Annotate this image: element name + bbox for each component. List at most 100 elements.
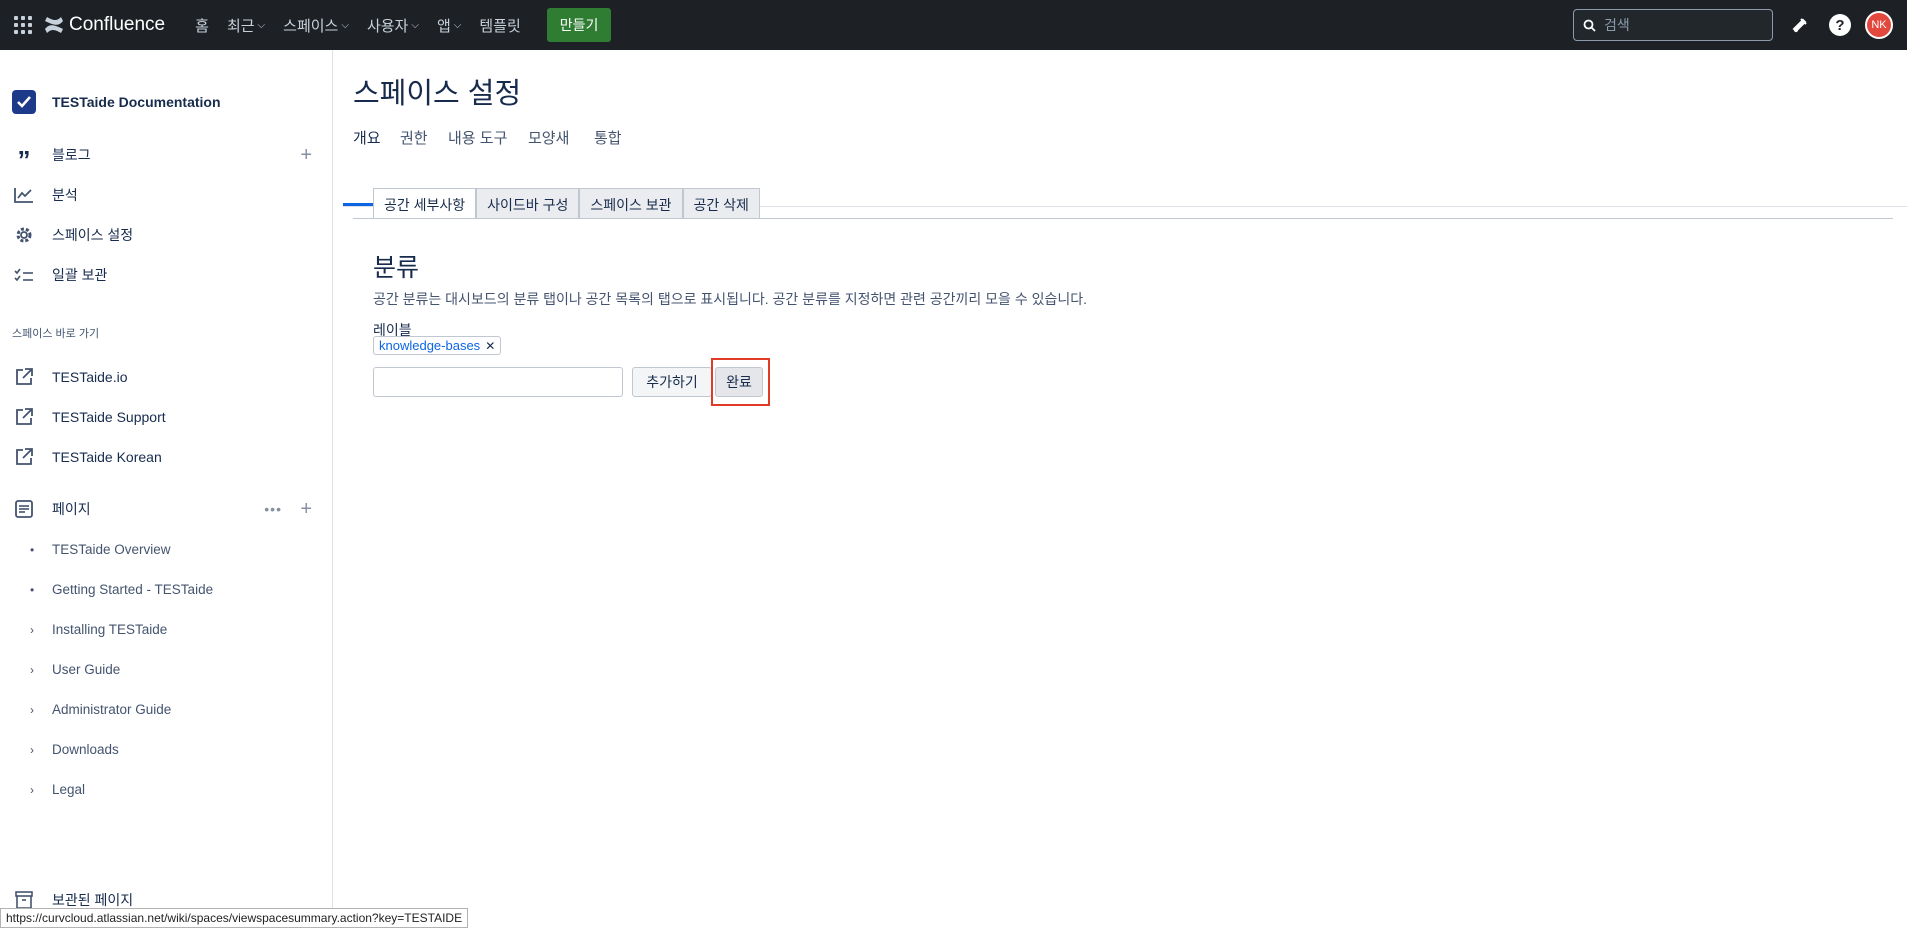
app-switcher-icon[interactable] [14,16,32,34]
tree-item-label: User Guide [52,662,121,677]
main-content: 스페이스 설정 개요 권한 내용 도구 모양새 통합 공간 세부사항 사이드바 … [333,50,1907,928]
sidebar-item-analytics[interactable]: 분석 [12,183,312,207]
tree-item[interactable]: › Administrator Guide [30,702,171,717]
add-blog-icon[interactable]: + [300,144,312,167]
gear-icon [12,223,36,247]
nav-menu: 홈 최근 ⌵ 스페이스 ⌵ 사용자 ⌵ 앱 ⌵ 템플릿 만들기 [195,8,612,42]
tree-item-label: Installing TESTaide [52,622,168,637]
nav-templates-label: 템플릿 [479,17,521,35]
close-icon[interactable]: ✕ [485,339,495,353]
avatar[interactable]: NK [1865,11,1893,39]
subtab-archive-space[interactable]: 스페이스 보관 [579,188,683,218]
nav-templates[interactable]: 템플릿 [479,15,520,36]
add-page-icon[interactable]: + [300,498,312,521]
shortcut-link[interactable]: TESTaide.io [12,365,312,389]
tree-item-label: Downloads [52,742,119,757]
chevron-down-icon: ⌵ [411,19,419,31]
tab-integrations[interactable]: 통합 [584,127,632,148]
search-placeholder: 검색 [1604,17,1630,33]
shortcut-label: TESTaide Korean [52,449,162,465]
search-icon [1583,19,1596,32]
nav-home[interactable]: 홈 [195,15,209,36]
top-navigation: Confluence 홈 최근 ⌵ 스페이스 ⌵ 사용자 ⌵ 앱 ⌵ 템플릿 만들기 검… [0,0,1907,50]
nav-home-label: 홈 [195,17,209,35]
confluence-icon [45,17,63,33]
tree-item[interactable]: • TESTaide Overview [30,542,171,557]
confluence-logo[interactable]: Confluence [44,14,165,36]
tree-item[interactable]: • Getting Started - TESTaide [30,582,213,597]
space-header[interactable]: TESTaide Documentation [12,90,221,114]
shortcut-label: TESTaide Support [52,409,166,425]
nav-people[interactable]: 사용자 ⌵ [367,15,419,36]
page-icon [12,497,36,521]
tree-item-label: TESTaide Overview [52,542,171,557]
tree-item-label: Administrator Guide [52,702,172,717]
external-link-icon [12,365,36,389]
subtab-delete-space[interactable]: 공간 삭제 [682,188,760,218]
sidebar-item-blog[interactable]: ” 블로그 + [12,143,313,174]
chevron-down-icon: ⌵ [257,19,266,31]
tree-item[interactable]: › Installing TESTaide [30,622,167,637]
nav-apps-label: 앱 [436,17,451,35]
subtab-sidebar-config[interactable]: 사이드바 구성 [476,188,580,218]
label-input[interactable] [373,367,623,397]
shortcut-label: TESTaide.io [52,369,128,385]
chevron-down-icon: ⌵ [453,19,462,31]
section-title: 분류 [373,254,420,282]
create-button[interactable]: 만들기 [546,8,612,42]
sidebar-item-pages[interactable]: 페이지 ••• + [12,497,312,521]
notifications-icon[interactable] [1787,12,1813,38]
nav-recent[interactable]: 최근 ⌵ [227,15,265,36]
more-icon[interactable]: ••• [264,501,282,517]
nav-recent-label: 최근 [226,17,255,35]
chevron-right-icon[interactable]: › [30,743,52,757]
subtabs-divider [353,218,1893,219]
tab-overview[interactable]: 개요 [343,127,391,148]
status-url: https://curvcloud.atlassian.net/wiki/spa… [0,908,469,928]
chevron-right-icon[interactable]: › [30,663,52,677]
nav-right: 검색 ? NK [1573,0,1907,50]
chevron-down-icon: ⌵ [341,19,349,31]
shortcut-link[interactable]: TESTaide Support [12,405,312,429]
analytics-icon [12,183,36,207]
tree-item[interactable]: › Legal [30,782,85,797]
external-link-icon [12,445,36,469]
brand-name: Confluence [69,14,166,35]
bulk-archive-icon [12,263,36,287]
nav-apps[interactable]: 앱 ⌵ [437,15,461,36]
sidebar: TESTaide Documentation ” 블로그 + 분석 스페이스 설… [0,50,333,928]
bullet-icon: • [30,542,35,557]
sidebar-item-label: 페이지 [52,501,91,517]
chevron-right-icon[interactable]: › [30,623,52,637]
section-description: 공간 분류는 대시보드의 분류 탭이나 공간 목록의 탭으로 표시됩니다. 공간… [373,291,1088,307]
space-logo-icon [12,90,36,114]
nav-people-label: 사용자 [366,17,409,35]
page-title: 스페이스 설정 [353,78,522,110]
tab-permissions[interactable]: 권한 [390,127,438,148]
tree-item-label: Legal [52,782,86,797]
nav-spaces[interactable]: 스페이스 ⌵ [283,15,349,36]
space-name: TESTaide Documentation [52,94,221,110]
help-icon[interactable]: ? [1827,12,1853,38]
sidebar-item-bulk-archive[interactable]: 일괄 보관 [12,263,312,287]
label-chip-text[interactable]: knowledge-bases [379,338,480,353]
subtabs: 공간 세부사항 사이드바 구성 스페이스 보관 공간 삭제 [373,188,760,219]
label-chip[interactable]: knowledge-bases ✕ [373,336,502,355]
sidebar-item-label: 블로그 [52,147,91,163]
tree-item[interactable]: › Downloads [30,742,119,757]
highlight-box [711,358,770,406]
tree-item[interactable]: › User Guide [30,662,120,677]
subtab-space-details[interactable]: 공간 세부사항 [373,188,477,219]
chevron-right-icon[interactable]: › [30,703,52,717]
sidebar-item-label: 보관된 페이지 [52,892,134,908]
add-label-button[interactable]: 추가하기 [632,367,712,397]
bullet-icon: • [30,582,35,597]
search-input[interactable]: 검색 [1573,9,1773,41]
sidebar-item-label: 일괄 보관 [52,267,108,283]
shortcut-link[interactable]: TESTaide Korean [12,445,312,469]
tab-look-and-feel[interactable]: 모양새 [518,127,579,148]
tab-content-tools[interactable]: 내용 도구 [438,127,517,148]
chevron-right-icon[interactable]: › [30,783,52,797]
sidebar-item-label: 스페이스 설정 [52,227,134,243]
sidebar-item-space-settings[interactable]: 스페이스 설정 [12,223,312,247]
